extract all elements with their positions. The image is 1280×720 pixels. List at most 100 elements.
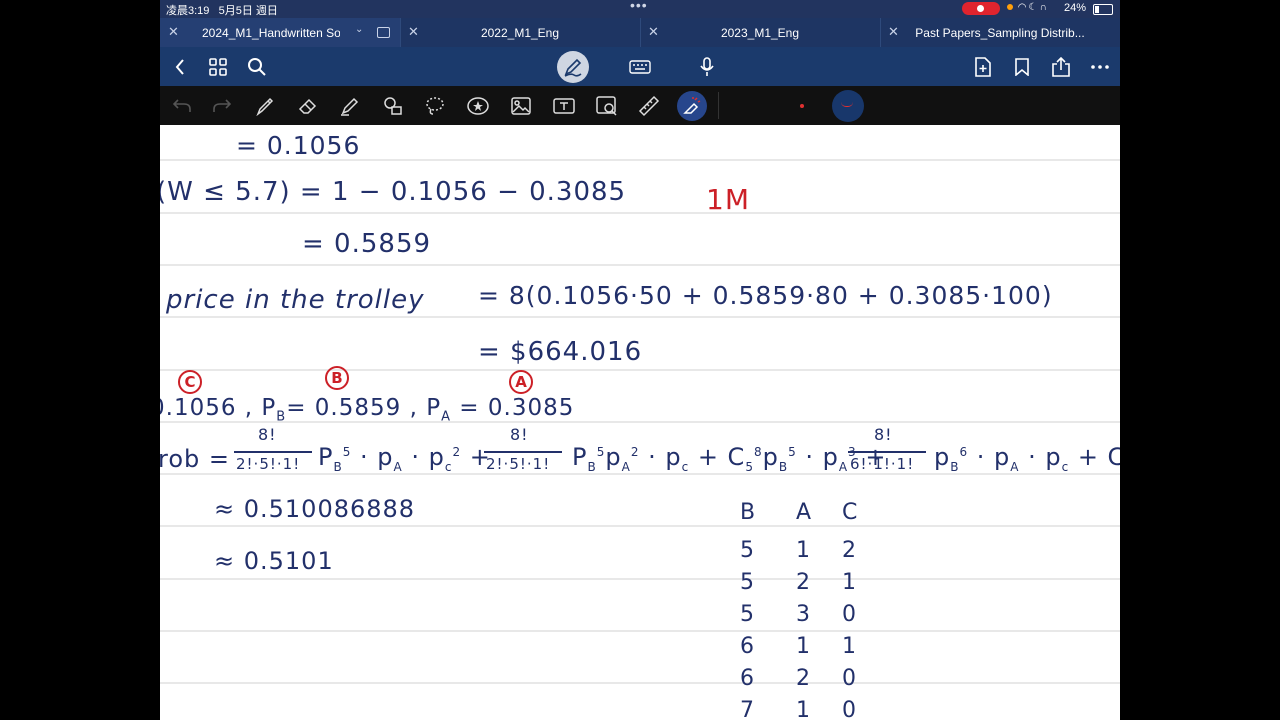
- table-cell: 7: [740, 698, 755, 720]
- shapes-icon[interactable]: [377, 86, 409, 125]
- table-header: C: [842, 500, 859, 525]
- moon-icon: ☾: [1028, 2, 1040, 13]
- fraction-bar: [484, 451, 562, 453]
- tab-2022-m1-eng[interactable]: ✕ 2022_M1_Eng: [400, 18, 641, 47]
- note-line: price in the trolley: [166, 285, 425, 315]
- keyboard-icon[interactable]: [622, 47, 658, 86]
- table-cell: 2: [842, 538, 857, 563]
- laser-pointer-icon[interactable]: [676, 86, 708, 125]
- table-cell: 1: [796, 634, 811, 659]
- note-line: rob =: [160, 445, 230, 473]
- tab-close-icon[interactable]: ✕: [168, 24, 179, 40]
- circled-label: C: [178, 370, 202, 394]
- back-icon[interactable]: [162, 47, 198, 86]
- fraction-bar: [848, 451, 926, 453]
- tab-past-papers[interactable]: ✕ Past Papers_Sampling Distrib...: [880, 18, 1120, 47]
- eraser-icon[interactable]: [292, 86, 324, 125]
- circled-label: B: [325, 366, 349, 390]
- table-cell: 1: [842, 570, 857, 595]
- tab-label: Past Papers_Sampling Distrib...: [915, 26, 1085, 40]
- table-header: A: [796, 500, 813, 525]
- note-line: PB5pA2 · pc + C58pB5 · pA3 +: [572, 443, 887, 474]
- tab-label: 2024_M1_Handwritten Sol...: [202, 26, 340, 40]
- status-time: 凌晨3:19 5月5日 週日: [166, 5, 278, 17]
- table-cell: 6: [740, 666, 755, 691]
- tab-label: 2022_M1_Eng: [480, 26, 560, 40]
- search-icon[interactable]: [239, 47, 275, 86]
- wifi-icon: ◠: [1017, 2, 1029, 13]
- table-cell: 1: [842, 634, 857, 659]
- tab-bar: ✕ 2024_M1_Handwritten Sol... ⌄ ✕ 2022_M1…: [160, 18, 1120, 47]
- nav-bar: [160, 47, 1120, 86]
- fraction-numerator: 8!: [874, 425, 893, 444]
- undo-icon[interactable]: [166, 86, 198, 125]
- note-line: ≈ 0.5101: [214, 547, 334, 575]
- pen-mode-icon[interactable]: [557, 51, 589, 83]
- fraction-numerator: 8!: [258, 425, 277, 444]
- toolbar-separator: [718, 92, 719, 119]
- tool-bar: [160, 86, 1120, 125]
- table-cell: 5: [740, 570, 755, 595]
- table-cell: 0: [842, 602, 857, 627]
- add-page-icon[interactable]: [965, 47, 1001, 86]
- mic-in-use-icon: [1007, 4, 1013, 11]
- battery-percent: 24%: [1064, 2, 1087, 14]
- fraction-denominator: 2!·5!·1!: [236, 455, 301, 473]
- fraction-denominator: 2!·5!·1!: [486, 455, 551, 473]
- pen-color-dot-icon[interactable]: [800, 104, 804, 108]
- table-cell: 1: [796, 698, 811, 720]
- share-icon[interactable]: [1043, 47, 1079, 86]
- more-icon[interactable]: [1082, 47, 1118, 86]
- tab-2023-m1-eng[interactable]: ✕ 2023_M1_Eng: [640, 18, 881, 47]
- table-cell: 5: [740, 538, 755, 563]
- image-icon[interactable]: [505, 86, 537, 125]
- status-icons: ◠☾∩: [1007, 2, 1049, 13]
- circled-label: A: [509, 370, 533, 394]
- note-line: = 0.5859: [302, 229, 432, 259]
- notebook-page[interactable]: = 0.1056 (W ≤ 5.7) = 1 − 0.1056 − 0.3085…: [160, 125, 1120, 720]
- highlighter-icon[interactable]: [334, 86, 366, 125]
- camera-icon[interactable]: [591, 86, 623, 125]
- note-line: = $664.016: [478, 337, 643, 367]
- tab-label: 2023_M1_Eng: [720, 26, 800, 40]
- selected-color-icon[interactable]: [832, 90, 864, 122]
- note-line: 0.1056 , PB= 0.5859 , PA = 0.3085: [160, 395, 575, 425]
- microphone-icon[interactable]: [689, 47, 725, 86]
- lasso-icon[interactable]: [419, 86, 451, 125]
- bookmark-icon[interactable]: [1004, 47, 1040, 86]
- note-line: pB6 · pA · pc + C68 p: [934, 443, 1120, 474]
- note-line: PB5 · pA · pc2 +: [318, 443, 491, 474]
- table-cell: 5: [740, 602, 755, 627]
- table-cell: 2: [796, 570, 811, 595]
- table-cell: 0: [842, 666, 857, 691]
- note-line: (W ≤ 5.7) = 1 − 0.1056 − 0.3085: [160, 177, 627, 207]
- table-cell: 3: [796, 602, 811, 627]
- table-header: B: [740, 500, 757, 525]
- window-icon[interactable]: [377, 27, 390, 38]
- fraction-denominator: 6!·1!·1!: [850, 455, 915, 473]
- sticker-icon[interactable]: [462, 86, 494, 125]
- note-line: ≈ 0.510086888: [214, 495, 416, 523]
- multitask-dots-icon[interactable]: •••: [630, 0, 648, 13]
- note-line: = 0.1056: [236, 131, 361, 160]
- table-cell: 2: [796, 666, 811, 691]
- chevron-down-icon[interactable]: ⌄: [355, 24, 363, 35]
- table-cell: 1: [796, 538, 811, 563]
- table-cell: 6: [740, 634, 755, 659]
- text-icon[interactable]: [548, 86, 580, 125]
- redo-icon[interactable]: [206, 86, 238, 125]
- screen-recording-icon[interactable]: [962, 2, 1000, 15]
- ruler-icon[interactable]: [633, 86, 665, 125]
- mark-annotation: 1M: [706, 183, 750, 216]
- ipad-screen: 凌晨3:19 5月5日 週日 ••• ◠☾∩ 24% ✕ 2024_M1_Han…: [160, 0, 1120, 720]
- fraction-bar: [234, 451, 312, 453]
- headphones-icon: ∩: [1039, 2, 1049, 13]
- note-line: = 8(0.1056·50 + 0.5859·80 + 0.3085·100): [478, 281, 1053, 310]
- status-bar: 凌晨3:19 5月5日 週日 ••• ◠☾∩ 24%: [160, 0, 1120, 18]
- fraction-numerator: 8!: [510, 425, 529, 444]
- grid-icon[interactable]: [200, 47, 236, 86]
- pen-icon[interactable]: [249, 86, 281, 125]
- battery-icon: [1093, 4, 1113, 15]
- tab-2024-m1-handwritten[interactable]: ✕ 2024_M1_Handwritten Sol... ⌄: [160, 18, 401, 47]
- table-cell: 0: [842, 698, 857, 720]
